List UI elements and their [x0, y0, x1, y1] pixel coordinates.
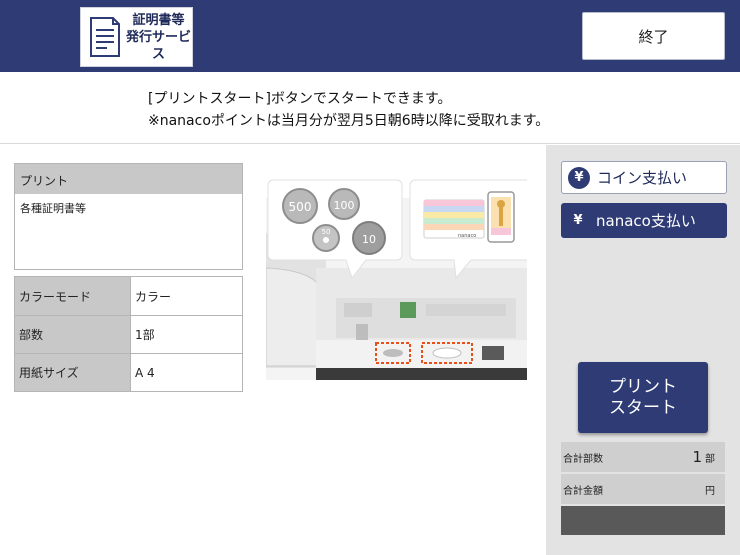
- smartphone-icon: [487, 191, 515, 243]
- coin-10-icon: 10: [352, 221, 386, 255]
- service-title-line2: 発行サービス: [125, 29, 191, 62]
- service-title: 証明書等 発行サービス: [125, 12, 192, 63]
- total-copies-label: 合計部数: [563, 453, 603, 465]
- print-start-line1: プリント: [609, 376, 677, 397]
- deposit-display: [561, 506, 725, 535]
- service-logo: 証明書等 発行サービス: [80, 7, 193, 67]
- svg-text:10: 10: [362, 233, 376, 246]
- instruction-message: [プリントスタート]ボタンでスタートできます。 ※nanacoポイントは当月分が…: [0, 72, 740, 144]
- settings-row-color-mode: カラーモード カラー: [15, 277, 242, 315]
- settings-value: カラー: [130, 277, 242, 315]
- total-amount-label: 合計金額: [563, 485, 603, 497]
- coin-payment-button[interactable]: ¥ コイン支払い: [561, 161, 727, 194]
- totals-panel: 合計部数 1部 合計金額 円: [561, 442, 725, 535]
- document-icon: [90, 17, 120, 57]
- settings-label: 用紙サイズ: [15, 354, 130, 391]
- print-start-line2: スタート: [609, 397, 677, 418]
- coin-50-icon: 50: [312, 224, 340, 252]
- settings-row-copies: 部数 1部: [15, 315, 242, 353]
- main-content: プリント 各種証明書等 カラーモード カラー 部数 1部 用紙サイズ A 4 5…: [0, 145, 546, 555]
- coin-100-icon: 100: [328, 188, 360, 220]
- total-copies-unit: 部: [705, 454, 715, 465]
- total-amount-unit: 円: [705, 486, 715, 497]
- end-button[interactable]: 終了: [582, 12, 725, 60]
- nanaco-card-icon: nanaco: [423, 199, 485, 239]
- settings-label: カラーモード: [15, 277, 130, 315]
- coin-payment-label: コイン支払い: [597, 169, 688, 187]
- total-copies-row: 合計部数 1部: [561, 442, 725, 472]
- payment-illustration: 500 100 50 10 nanaco: [266, 179, 527, 380]
- coin-500-icon: 500: [282, 188, 318, 224]
- svg-text:50: 50: [322, 228, 331, 236]
- settings-label: 部数: [15, 316, 130, 353]
- service-title-line1: 証明書等: [132, 12, 185, 28]
- side-panel: ¥ コイン支払い ¥ nanaco支払い プリント スタート 合計部数 1部 合…: [546, 145, 740, 555]
- svg-text:100: 100: [334, 199, 355, 212]
- total-copies-value: 1: [692, 448, 702, 466]
- settings-value: A 4: [130, 354, 242, 391]
- total-amount-row: 合計金額 円: [561, 474, 725, 504]
- settings-row-paper-size: 用紙サイズ A 4: [15, 353, 242, 391]
- print-box-body: 各種証明書等: [20, 202, 86, 215]
- svg-text:500: 500: [289, 200, 312, 214]
- header-bar: 証明書等 発行サービス 終了: [0, 0, 740, 72]
- message-line2: ※nanacoポイントは当月分が翌月5日朝6時以降に受取れます。: [148, 113, 550, 129]
- settings-table: カラーモード カラー 部数 1部 用紙サイズ A 4: [14, 276, 243, 392]
- nanaco-payment-label: nanaco支払い: [596, 212, 696, 230]
- print-info-box: プリント 各種証明書等: [14, 163, 243, 270]
- print-box-header: プリント: [15, 164, 242, 194]
- print-start-button[interactable]: プリント スタート: [578, 362, 708, 433]
- svg-text:nanaco: nanaco: [458, 233, 476, 239]
- message-line1: [プリントスタート]ボタンでスタートできます。: [148, 91, 452, 107]
- yen-icon: ¥: [568, 166, 590, 189]
- yen-icon: ¥: [573, 213, 583, 228]
- nanaco-payment-button[interactable]: ¥ nanaco支払い: [561, 203, 727, 238]
- settings-value: 1部: [130, 316, 242, 353]
